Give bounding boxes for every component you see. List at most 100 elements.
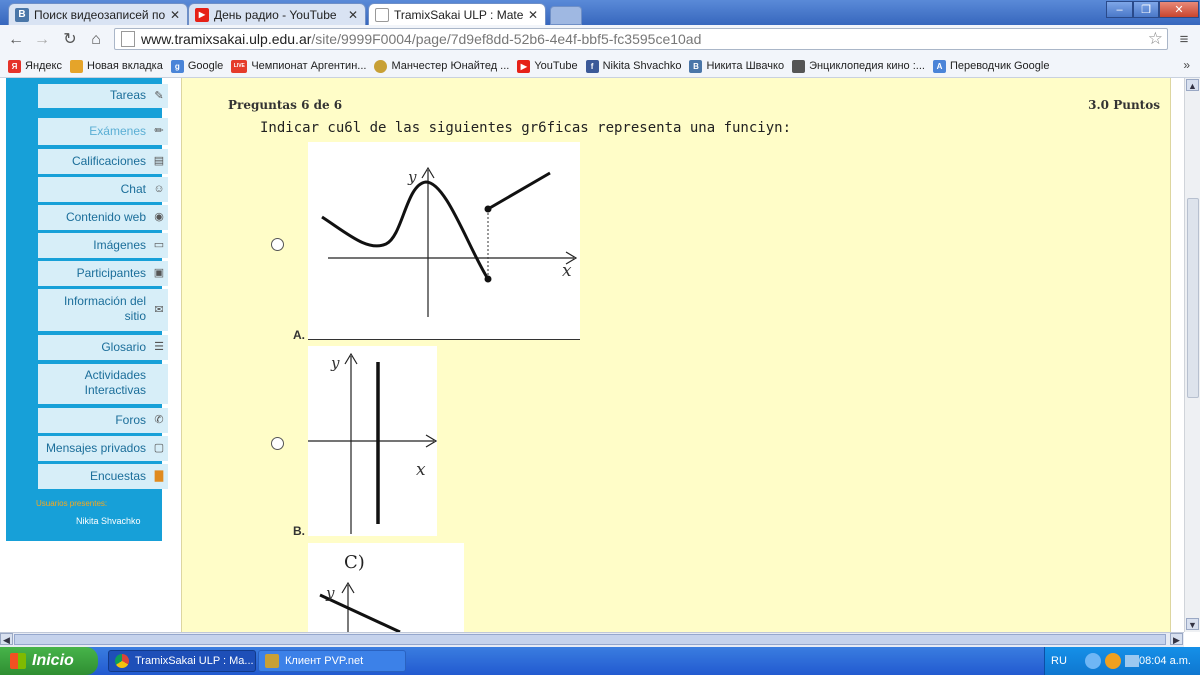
new-tab-button[interactable] [550,6,582,25]
bookmark-youtube[interactable]: ▶ YouTube [517,59,578,73]
live-icon: LIVE [231,59,248,73]
tab-vk-search[interactable]: B Поиск видеозаписей по заг ✕ [8,3,188,25]
sidebar-item-glosario[interactable]: Glosario ☰ [38,335,168,360]
forward-button[interactable]: → [32,30,52,50]
url-path: /site/9999F0004/page/7d9ef8dd-52b6-4e4f-… [311,31,702,47]
horizontal-scrollbar[interactable]: ◀ ▶ [0,632,1184,647]
menu-icon[interactable]: ≡ [1174,30,1194,50]
axis-label-y: y [330,354,340,372]
sidebar-item-examenes[interactable]: Exámenes ✏ [38,118,168,145]
sidebar-item-label: Imágenes [93,238,146,252]
windows-logo-icon [10,653,26,669]
minimize-button[interactable]: – [1106,1,1133,18]
bookmark-label: Яндекс [25,60,62,72]
system-tray: RU 08:04 a.m. [1044,647,1200,675]
grades-icon: ▤ [153,155,165,167]
bookmark-label: Переводчик Google [949,60,1050,72]
vertical-scrollbar[interactable]: ▲ ▼ [1184,78,1200,632]
youtube-icon: ▶ [517,59,531,73]
option-a-radio[interactable] [271,238,284,251]
youtube-icon: ▶ [195,7,209,22]
close-icon[interactable]: ✕ [347,8,359,22]
close-icon[interactable]: ✕ [169,8,181,22]
graph-b-svg: y x [308,352,438,534]
scroll-left-arrow[interactable]: ◀ [0,633,13,645]
sidebar-item-chat[interactable]: Chat ☺ [38,177,168,202]
tab-title: Поиск видеозаписей по заг [34,7,165,22]
option-b-radio[interactable] [271,437,284,450]
sidebar-item-participantes[interactable]: Participantes ▣ [38,261,168,286]
mu-icon [374,59,388,73]
message-icon: ▢ [153,442,165,454]
browser-toolbar: ← → ↻ ⌂ www.tramixsakai.ulp.edu.ar/site/… [0,25,1200,56]
bookmark-label: Nikita Shvachko [602,60,682,72]
bookmark-label: Никита Швачко [706,60,785,72]
tab-title: День радио - YouTube [214,7,337,22]
bookmark-vk[interactable]: B Никита Швачко [689,59,785,73]
sidebar-item-tareas[interactable]: Tareas ✎ [38,84,168,108]
address-bar[interactable]: www.tramixsakai.ulp.edu.ar/site/9999F000… [114,28,1168,50]
scroll-thumb[interactable] [1187,198,1199,398]
close-window-button[interactable]: ✕ [1159,1,1199,18]
bookmark-label: Google [187,60,224,72]
bookmark-label: Манчестер Юнайтед ... [391,60,510,72]
sidebar-item-foros[interactable]: Foros ✆ [38,408,168,433]
network-icon[interactable] [1085,653,1101,669]
scroll-right-arrow[interactable]: ▶ [1170,633,1183,645]
bookmark-facebook[interactable]: f Nikita Shvachko [585,59,682,73]
task-pvp[interactable]: Клиент PVP.net [258,650,406,672]
lol-icon [265,654,279,668]
bookmark-kino[interactable]: Энциклопедия кино :... [792,59,925,73]
sidebar-item-label: Glosario [101,340,146,354]
sidebar-item-imagenes[interactable]: Imágenes ▭ [38,233,168,258]
home-button[interactable]: ⌂ [86,30,106,50]
bookmark-google[interactable]: g Google [170,59,224,73]
star-icon[interactable]: ☆ [1148,29,1163,49]
scroll-thumb[interactable] [14,634,1166,645]
facebook-icon: f [585,59,599,73]
task-chrome[interactable]: TramixSakai ULP : Ma... [108,650,256,672]
task-label: TramixSakai ULP : Ma... [135,655,254,667]
graph-a-svg: y x [321,166,578,317]
app-tray-icon[interactable] [1105,653,1121,669]
yandex-icon: Я [8,59,21,73]
back-button[interactable]: ← [6,30,26,50]
edit-icon: ✎ [154,90,164,102]
sidebar-item-label: Tareas [109,88,146,102]
sidebar-item-label: Participantes [76,266,146,280]
display-icon[interactable] [1125,655,1139,667]
scroll-down-arrow[interactable]: ▼ [1186,618,1199,630]
page-viewport: Tareas ✎ Exámenes ✏ Calificaciones ▤ Cha… [0,78,1184,632]
bookmark-new-tab[interactable]: Новая вкладка [70,59,163,73]
scroll-up-arrow[interactable]: ▲ [1186,79,1199,91]
sidebar-item-contenido-web[interactable]: Contenido web ◉ [38,205,168,230]
sidebar-item-actividades[interactable]: Actividades Interactivas [38,364,168,404]
tab-tramixsakai[interactable]: TramixSakai ULP : Matemátic ✕ [368,3,546,25]
sidebar-item-calificaciones[interactable]: Calificaciones ▤ [38,149,168,174]
sidebar-item-informacion[interactable]: Información del sitio ✉ [38,289,168,331]
sidebar-item-encuestas[interactable]: Encuestas ▇ [38,464,168,489]
bookmarks-more[interactable]: » [1183,58,1190,72]
bookmark-translate[interactable]: A Переводчик Google [932,59,1050,73]
reload-button[interactable]: ↻ [60,30,80,50]
maximize-button[interactable]: ❐ [1133,1,1159,18]
sidebar-item-label: Información del sitio [63,294,146,323]
bookmark-label: Новая вкладка [87,60,163,72]
bookmarks-bar: Я Яндекс Новая вкладка g Google LIVE Чемпио… [0,55,1200,78]
sidebar-item-label: Contenido web [65,210,146,224]
bookmark-yandex[interactable]: Я Яндекс [8,59,62,73]
clock: 08:04 a.m. [1139,655,1191,667]
bookmark-manchester[interactable]: Манчестер Юнайтед ... [374,59,510,73]
option-a-letter: A. [293,328,305,342]
start-button[interactable]: Inicio [0,647,98,675]
sidebar-item-label: Chat [120,182,146,196]
bookmark-championship[interactable]: LIVE Чемпионат Аргентин... [231,59,367,73]
pencil-icon: ✏ [154,125,164,137]
axis-label-x: x [562,261,572,281]
sidebar-item-mensajes[interactable]: Mensajes privados ▢ [38,436,168,461]
close-icon[interactable]: ✕ [527,8,539,22]
language-indicator[interactable]: RU [1051,655,1067,667]
info-icon: ✉ [154,304,164,316]
tab-youtube[interactable]: ▶ День радио - YouTube ✕ [188,3,366,25]
bookmark-label: Чемпионат Аргентин... [251,60,367,72]
